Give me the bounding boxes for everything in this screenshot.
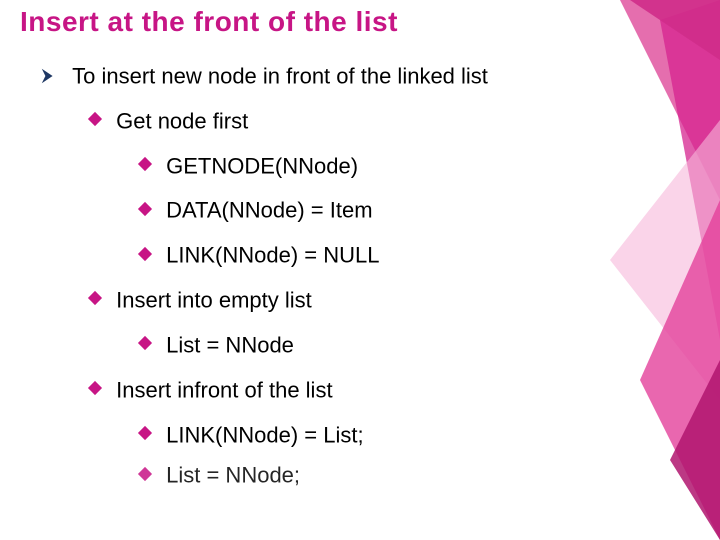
- diamond-icon: [138, 202, 152, 216]
- bullet-level3: LINK(NNode) = NULL: [140, 241, 620, 268]
- bullet-text: Insert infront of the list: [116, 377, 332, 402]
- bullet-level1: To insert new node in front of the linke…: [40, 62, 620, 89]
- bullet-level2: Insert infront of the list: [90, 376, 620, 403]
- bullet-text: List = NNode;: [166, 463, 300, 488]
- bullet-level3: List = NNode;: [140, 461, 620, 488]
- bullet-text: List = NNode: [166, 333, 294, 358]
- arrow-icon: [40, 67, 58, 85]
- bullet-text: Get node first: [116, 108, 248, 133]
- bullet-level2: Insert into empty list: [90, 286, 620, 313]
- bullet-text: To insert new node in front of the linke…: [72, 64, 488, 89]
- slide-title: Insert at the front of the list: [20, 6, 398, 38]
- diamond-icon: [138, 246, 152, 260]
- bullet-level3: List = NNode: [140, 331, 620, 358]
- diamond-icon: [88, 291, 102, 305]
- bullet-text: LINK(NNode) = NULL: [166, 243, 379, 268]
- slide: Insert at the front of the list To inser…: [0, 0, 720, 540]
- bullet-level3: DATA(NNode) = Item: [140, 196, 620, 223]
- bullet-text: DATA(NNode) = Item: [166, 198, 372, 223]
- bullet-level2: Get node first: [90, 107, 620, 134]
- slide-content: To insert new node in front of the linke…: [40, 56, 620, 488]
- bullet-text: LINK(NNode) = List;: [166, 422, 363, 447]
- bullet-level3: GETNODE(NNode): [140, 152, 620, 179]
- diamond-icon: [88, 112, 102, 126]
- diamond-icon: [138, 467, 152, 481]
- bullet-text: GETNODE(NNode): [166, 153, 358, 178]
- diamond-icon: [88, 381, 102, 395]
- diamond-icon: [138, 157, 152, 171]
- diamond-icon: [138, 426, 152, 440]
- bullet-text: Insert into empty list: [116, 288, 312, 313]
- bullet-level3: LINK(NNode) = List;: [140, 421, 620, 448]
- diamond-icon: [138, 336, 152, 350]
